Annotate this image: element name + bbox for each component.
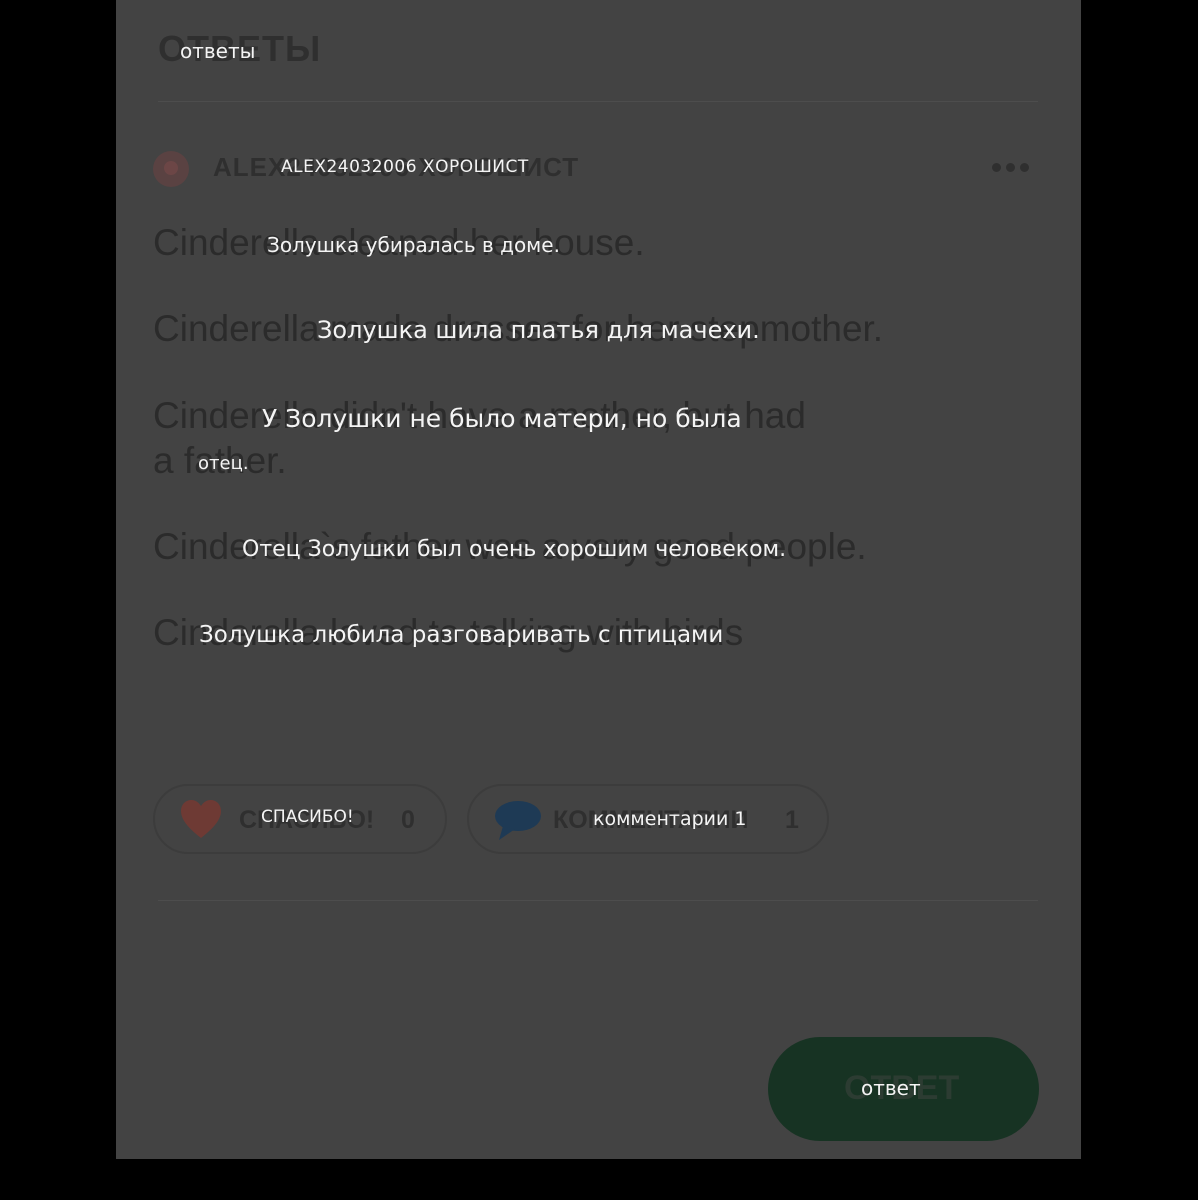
thanks-count: 0 bbox=[401, 806, 415, 834]
overlay-line-4: отец. bbox=[198, 453, 249, 474]
overlay-line-1: Золушка убиралась в доме. bbox=[267, 233, 560, 257]
overlay-line-6: Золушка любила разговаривать с птицами bbox=[199, 622, 724, 648]
overlay-line-2: Золушка шила платья для мачехи. bbox=[317, 316, 760, 344]
overlay-answer-button: ответ bbox=[861, 1076, 921, 1100]
answers-panel: ОТВЕТЫ ALEX24032006 ХОРОШИСТ Cinderella … bbox=[116, 0, 1081, 1159]
comments-count: 1 bbox=[785, 806, 799, 834]
overlay-author: ALEX24032006 ХОРОШИСТ bbox=[281, 157, 529, 177]
avatar[interactable] bbox=[153, 151, 189, 187]
overlay-line-3: У Золушки не было матери, но была bbox=[262, 404, 742, 433]
answer-divider bbox=[158, 900, 1038, 901]
overlay-comments: комментарии 1 bbox=[593, 808, 747, 830]
comment-bubble-icon bbox=[495, 801, 541, 840]
header-divider bbox=[158, 101, 1038, 102]
more-dots-icon[interactable] bbox=[992, 163, 1029, 172]
overlay-thanks: СПАСИБО! bbox=[261, 807, 354, 827]
overlay-heading: ответы bbox=[180, 39, 256, 63]
heart-icon bbox=[181, 800, 221, 838]
overlay-line-5: Отец Золушки был очень хорошим человеком… bbox=[242, 537, 787, 562]
